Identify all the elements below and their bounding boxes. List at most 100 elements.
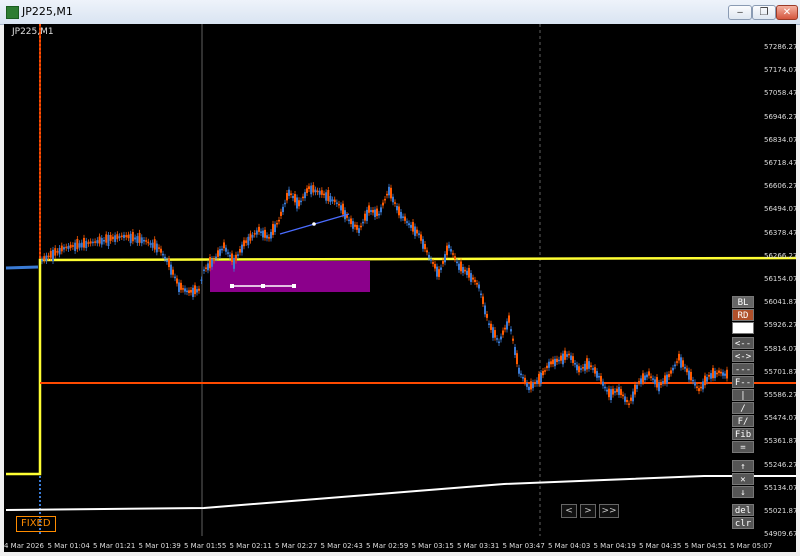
panel-color-button[interactable] — [732, 322, 754, 334]
panel-rd-button[interactable]: RD — [732, 309, 754, 321]
candle-body — [532, 382, 534, 389]
time-tick-label: 5 Mar 05:07 — [730, 542, 773, 550]
candle-body — [354, 224, 356, 227]
candle-body — [217, 250, 219, 257]
candle-body — [418, 233, 420, 236]
handle-right[interactable] — [292, 284, 296, 288]
minimize-button[interactable]: ‒ — [728, 5, 752, 20]
candle-body — [94, 241, 97, 243]
candle-body — [76, 238, 79, 250]
candle-body — [588, 361, 590, 369]
candle-body — [568, 353, 570, 356]
candle-body — [166, 260, 168, 262]
time-tick-label: 5 Mar 03:47 — [502, 542, 545, 550]
chart-icon — [6, 6, 19, 19]
candle-body — [562, 353, 564, 365]
candle-body — [620, 389, 622, 396]
candle-body — [225, 247, 227, 252]
panel-clr-button[interactable]: clr — [732, 517, 754, 529]
panel-down-button[interactable]: ↓ — [732, 486, 754, 498]
candle-body — [544, 370, 546, 372]
nav-end-button[interactable]: >> — [599, 504, 619, 518]
candle-body — [672, 367, 674, 371]
candle-body — [700, 386, 702, 389]
candle-body — [300, 200, 302, 203]
candle-body — [168, 258, 170, 268]
panel-trend-button[interactable]: / — [732, 402, 754, 414]
panel-fline-button[interactable]: F-- — [732, 376, 754, 388]
nav-prev-button[interactable]: < — [561, 504, 577, 518]
chart-canvas[interactable] — [4, 24, 796, 552]
nav-next-button[interactable]: > — [580, 504, 596, 518]
panel-delete-x-button[interactable]: ✕ — [732, 473, 754, 485]
panel-ray-both-button[interactable]: <-> — [732, 350, 754, 362]
panel-equal-button[interactable]: = — [732, 441, 754, 453]
candle-body — [724, 373, 726, 376]
candle-body — [702, 381, 704, 390]
candle-body — [190, 290, 192, 293]
panel-ftrend-button[interactable]: F/ — [732, 415, 754, 427]
candle-body — [594, 367, 596, 374]
candle-body — [586, 358, 588, 370]
candle-body — [654, 379, 656, 385]
panel-fib-button[interactable]: Fib — [732, 428, 754, 440]
candle-body — [253, 233, 256, 235]
handle-left[interactable] — [230, 284, 234, 288]
candle-body — [598, 375, 600, 378]
candle-body — [538, 373, 540, 384]
candle-body — [546, 365, 548, 369]
candle-body — [304, 192, 306, 199]
candle-body — [362, 221, 364, 224]
candle-body — [622, 394, 624, 397]
candle-body — [684, 366, 686, 369]
panel-del-button[interactable]: del — [732, 504, 754, 516]
candle-body — [196, 289, 198, 293]
candle-body — [612, 388, 614, 395]
candle-body — [382, 202, 384, 206]
candle-body — [408, 223, 410, 226]
candle-body — [602, 381, 604, 386]
candle-body — [54, 248, 57, 256]
candle-body — [512, 338, 514, 341]
candle-body — [682, 360, 684, 367]
candle-body — [258, 226, 260, 232]
candle-body — [404, 216, 406, 221]
candle-body — [634, 384, 636, 395]
candle-body — [424, 244, 426, 250]
yellow-level-line[interactable] — [6, 256, 796, 476]
candle-body — [329, 196, 332, 203]
restore-button[interactable]: ❐ — [752, 5, 776, 20]
candle-body — [85, 240, 88, 249]
candle-body — [241, 244, 243, 253]
trendline-handle[interactable] — [312, 222, 316, 226]
candle-body — [462, 267, 464, 273]
candle-body — [688, 370, 690, 380]
candle-body — [514, 346, 516, 356]
candle-body — [536, 380, 538, 384]
candle-body — [478, 284, 480, 289]
candle-body — [558, 359, 560, 362]
time-tick-label: 5 Mar 03:31 — [457, 542, 500, 550]
candle-body — [245, 240, 248, 243]
panel-up-button[interactable]: ↑ — [732, 460, 754, 472]
panel-vline-button[interactable]: | — [732, 389, 754, 401]
panel-ray-left-button[interactable]: <-- — [732, 337, 754, 349]
panel-hline-button[interactable]: --- — [732, 363, 754, 375]
fixed-label[interactable]: FIXED — [16, 516, 56, 532]
price-chart[interactable]: JP225,M1 57286.27 57174.07 57058.47 56946.2… — [4, 24, 796, 552]
panel-bl-button[interactable]: BL — [732, 296, 754, 308]
candle-body — [592, 368, 594, 370]
candle-body — [714, 370, 716, 379]
candle-body — [302, 196, 304, 199]
candle-body — [674, 364, 676, 367]
candle-body — [180, 282, 182, 290]
candle-body — [526, 382, 528, 387]
handle-mid[interactable] — [261, 284, 265, 288]
time-tick-label: 4 Mar 2026 — [4, 542, 44, 550]
candle-body — [320, 190, 323, 195]
candle-body — [580, 368, 582, 370]
close-button[interactable]: ✕ — [776, 5, 798, 20]
candle-body — [229, 254, 231, 257]
candle-body — [656, 377, 658, 388]
candle-body — [205, 267, 207, 269]
